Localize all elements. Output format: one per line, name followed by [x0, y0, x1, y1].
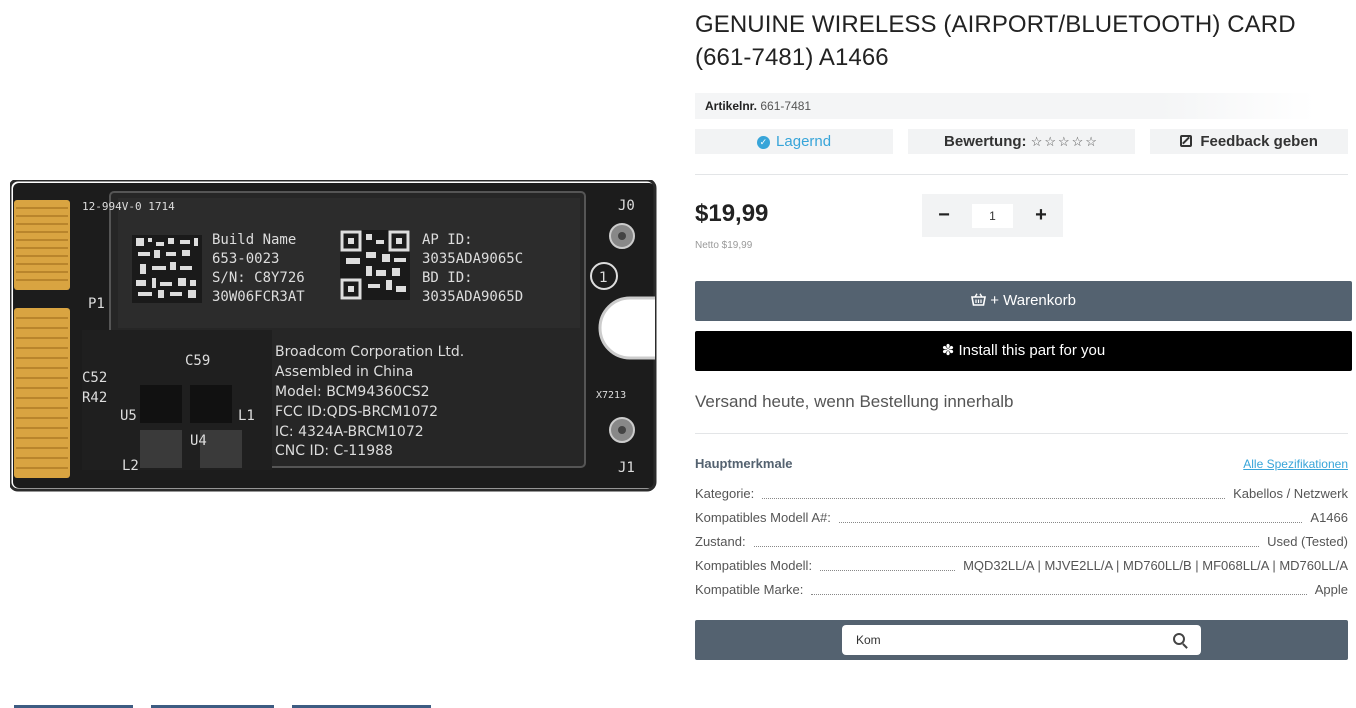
star-rating-icon[interactable]: ☆☆☆☆☆: [1031, 134, 1099, 149]
spec-key: Kompatibles Modell:: [695, 558, 813, 573]
spec-leader: [762, 486, 1226, 499]
price: $19,99: [695, 200, 769, 227]
card-fcc: FCC ID:QDS-BRCM1072: [275, 404, 438, 420]
stock-label: Lagernd: [776, 133, 832, 150]
status-row: ✓ Lagernd Bewertung: ☆☆☆☆☆ Feedback gebe…: [695, 129, 1352, 155]
edit-icon: [1180, 135, 1193, 147]
install-part-label: Install this part for you: [958, 342, 1106, 359]
quantity-decrease-button[interactable]: −: [924, 194, 964, 237]
specs-heading: Hauptmerkmale: [695, 456, 793, 471]
add-to-cart-label: + Warenkorb: [990, 292, 1076, 309]
rating-pill[interactable]: Bewertung: ☆☆☆☆☆: [908, 129, 1135, 154]
card-model: Model: BCM94360CS2: [275, 384, 430, 400]
divider: [695, 433, 1348, 434]
basket-icon: [971, 293, 987, 306]
quantity-stepper: − +: [922, 194, 1063, 237]
spec-value: Apple: [1314, 582, 1348, 597]
spec-row: Zustand: Used (Tested): [695, 534, 1348, 550]
spec-search-box: [842, 625, 1201, 655]
spec-search-bar: [695, 620, 1348, 660]
product-title: GENUINE WIRELESS (AIRPORT/BLUETOOTH) CAR…: [695, 11, 1296, 71]
add-to-cart-button[interactable]: + Warenkorb: [695, 281, 1352, 321]
sku-row: Artikelnr. 661-7481: [695, 93, 1315, 119]
card-p1: P1: [88, 296, 105, 312]
search-icon[interactable]: [1173, 633, 1185, 645]
card-c59: C59: [185, 353, 210, 369]
product-image-area: Build Name 653-0023 S/N: C8Y726 30W06FCR…: [0, 0, 670, 708]
card-x7: X7213: [596, 390, 626, 401]
spec-leader: [838, 510, 1303, 523]
spec-key: Kompatible Marke:: [695, 582, 804, 597]
card-side-code: 12-994V-0 1714: [82, 200, 175, 213]
sku-label: Artikelnr.: [705, 99, 758, 113]
stock-badge: ✓ Lagernd: [695, 129, 893, 154]
card-build-name: Build Name: [212, 232, 296, 248]
card-j0: J0: [618, 198, 635, 214]
netto-price: Netto $19,99: [695, 240, 753, 251]
install-part-button[interactable]: ✽ Install this part for you: [695, 331, 1352, 371]
spec-value: Kabellos / Netzwerk: [1233, 486, 1348, 501]
spec-key: Zustand:: [695, 534, 746, 549]
feedback-button[interactable]: Feedback geben: [1150, 129, 1348, 154]
all-specs-link[interactable]: Alle Spezifikationen: [1243, 457, 1348, 471]
card-cnc: CNC ID: C-11988: [275, 443, 393, 459]
card-bd-id-label: BD ID:: [422, 270, 473, 286]
divider: [695, 174, 1348, 175]
spec-key: Kompatibles Modell A#:: [695, 510, 831, 525]
rating-label: Bewertung:: [944, 133, 1027, 150]
quantity-increase-button[interactable]: +: [1021, 194, 1061, 237]
spec-value: MQD32LL/A | MJVE2LL/A | MD760LL/B | MF06…: [963, 558, 1348, 573]
sku-value: 661-7481: [760, 99, 812, 113]
spec-row: Kompatible Marke: Apple: [695, 582, 1348, 598]
card-assembled: Assembled in China: [275, 364, 413, 380]
spec-row: Kompatibles Modell: MQD32LL/A | MJVE2LL/…: [695, 558, 1348, 574]
card-j1: J1: [618, 460, 635, 476]
spec-value: A1466: [1310, 510, 1348, 525]
spec-value: Used (Tested): [1267, 534, 1348, 549]
card-ap-id-label: AP ID:: [422, 232, 473, 248]
card-maker: Broadcom Corporation Ltd.: [275, 344, 464, 360]
spec-row: Kategorie: Kabellos / Netzwerk: [695, 486, 1348, 502]
card-l1: L1: [238, 408, 255, 424]
card-u4: U4: [190, 433, 207, 449]
spec-search-input[interactable]: [856, 630, 1156, 650]
card-r42: R42: [82, 390, 107, 406]
spec-key: Kategorie:: [695, 486, 755, 501]
spec-leader: [811, 582, 1307, 595]
card-u5: U5: [120, 408, 137, 424]
quantity-input[interactable]: [972, 204, 1013, 228]
card-ap-id: 3035ADA9065C: [422, 251, 523, 267]
check-circle-icon: ✓: [756, 136, 770, 149]
card-marker-one: 1: [599, 270, 608, 286]
gear-icon: ✽: [941, 342, 955, 359]
card-ic: IC: 4324A-BRCM1072: [275, 424, 424, 440]
spec-row: Kompatibles Modell A#: A1466: [695, 510, 1348, 526]
card-serial-2: 30W06FCR3AT: [212, 289, 305, 305]
card-l2: L2: [122, 458, 139, 474]
shipping-notice: Versand heute, wenn Bestellung innerhalb: [695, 392, 1014, 411]
card-bd-id: 3035ADA9065D: [422, 289, 523, 305]
spec-leader: [753, 534, 1260, 547]
card-serial: S/N: C8Y726: [212, 270, 305, 286]
feedback-label: Feedback geben: [1200, 133, 1318, 150]
card-c52: C52: [82, 370, 107, 386]
product-image[interactable]: Build Name 653-0023 S/N: C8Y726 30W06FCR…: [10, 180, 660, 496]
spec-leader: [820, 558, 956, 571]
card-part-number: 653-0023: [212, 251, 279, 267]
